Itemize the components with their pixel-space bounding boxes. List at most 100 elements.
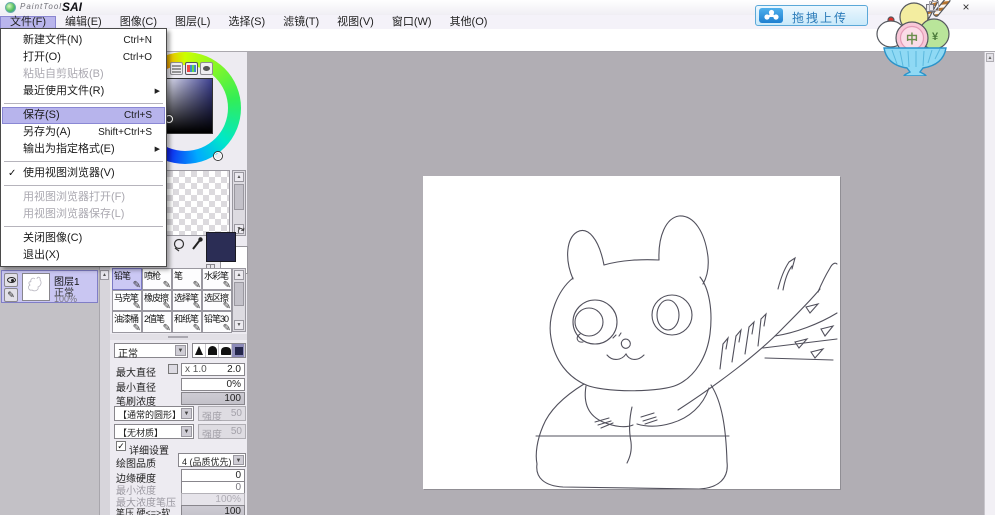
- chevron-down-icon[interactable]: ▼: [181, 426, 192, 437]
- brush-pencil30[interactable]: 铅笔30✎: [202, 311, 232, 333]
- brush-grid: 铅笔✎ 喷枪✎ 笔✎ 水彩笔✎ 马克笔✎ 橡皮擦✎ 选择笔✎ 选区擦✎ 油漆桶✎…: [112, 268, 232, 333]
- min-diameter-label: 最小直径: [116, 379, 156, 394]
- brush-select-pen[interactable]: 选择笔✎: [172, 290, 202, 312]
- file-menu-open[interactable]: 打开(O) Ctrl+O: [2, 49, 165, 66]
- layer-draw-indicator[interactable]: ✎: [4, 288, 18, 302]
- file-menu-paste-from-clipboard: 粘贴自剪贴板(B): [2, 66, 165, 83]
- swatches-panel-button[interactable]: [200, 62, 213, 75]
- app-title: PaintTool: [20, 2, 62, 11]
- brush-grid-scrollbar[interactable]: ▲ ▼: [232, 268, 246, 332]
- scroll-down-icon[interactable]: ▼: [234, 320, 244, 330]
- brush-pencil[interactable]: 铅笔✎: [112, 268, 142, 290]
- brush-eraser[interactable]: 橡皮擦✎: [142, 290, 172, 312]
- pen-pressure-label: 笔压 硬<=>软: [116, 506, 170, 515]
- file-menu-exit[interactable]: 退出(X): [2, 247, 165, 264]
- menu-separator: [4, 226, 163, 227]
- eyedropper-tool-icon[interactable]: [190, 236, 204, 255]
- chevron-down-icon[interactable]: ▼: [233, 455, 244, 465]
- advanced-settings-checkbox[interactable]: ✓: [116, 441, 126, 451]
- brush-watercolor[interactable]: 水彩笔✎: [202, 268, 232, 290]
- file-menu-recent-files[interactable]: 最近使用文件(R) ▶: [2, 83, 165, 100]
- scrollbar-thumb[interactable]: [234, 282, 244, 306]
- menu-select[interactable]: 选择(S): [219, 16, 274, 29]
- file-menu-save[interactable]: 保存(S) Ctrl+S: [2, 107, 165, 124]
- color-wheel-panel-button[interactable]: [185, 62, 198, 75]
- cube-icon: [926, 4, 934, 12]
- quality-dropdown[interactable]: 4 (品质优先) ▼: [178, 453, 246, 467]
- canvas-workspace: [248, 52, 984, 515]
- menu-others[interactable]: 其他(O): [441, 16, 497, 29]
- brush-shape-dropdown[interactable]: 【通常的圆形】 ▼: [114, 406, 194, 421]
- edge-shape-square-icon[interactable]: [232, 344, 245, 357]
- scroll-up-icon[interactable]: ▲: [986, 53, 994, 62]
- pencil-icon: ✎: [163, 323, 171, 333]
- ice-cream-mascot: 中 ¥: [874, 0, 958, 79]
- scrollbar-thumb[interactable]: [234, 184, 244, 210]
- submenu-arrow-icon: ▶: [155, 83, 160, 100]
- primary-color-swatch[interactable]: [206, 232, 236, 262]
- scroll-up-icon[interactable]: ▲: [234, 172, 244, 182]
- color-sliders-panel-button[interactable]: [170, 62, 183, 75]
- hue-picker-icon[interactable]: [214, 152, 222, 160]
- menu-file[interactable]: 文件(F): [0, 16, 56, 29]
- menu-layer[interactable]: 图层(L): [166, 16, 219, 29]
- pencil-icon: ✎: [163, 280, 171, 290]
- menu-filter[interactable]: 滤镜(T): [274, 16, 328, 29]
- eye-icon: [7, 277, 16, 283]
- pencil-icon: ✎: [133, 323, 141, 333]
- app-logo-icon: [5, 2, 16, 13]
- pencil-icon: ✎: [223, 280, 231, 290]
- brush-bucket[interactable]: 油漆桶✎: [112, 311, 142, 333]
- edge-shape-round-icon[interactable]: [206, 344, 219, 357]
- upload-cloud-icon: [759, 8, 783, 23]
- edge-shape-flat-icon[interactable]: [219, 344, 232, 357]
- menu-separator: [4, 161, 163, 162]
- layer-row[interactable]: ✎ 图层1 正常 100%: [1, 270, 98, 303]
- mascot-center-character: 中: [906, 31, 918, 46]
- brush-washi-pen[interactable]: 和纸笔✎: [172, 311, 202, 333]
- diameter-unit-button[interactable]: [168, 364, 178, 374]
- chevron-down-icon[interactable]: ▼: [175, 345, 186, 356]
- drag-upload-button[interactable]: 拖拽上传: [755, 5, 868, 26]
- max-diameter-box[interactable]: x 1.0 2.0: [181, 363, 245, 376]
- app-title-sai: SAI: [62, 0, 82, 14]
- swap-colors-icon[interactable]: ↷: [235, 225, 248, 239]
- brush-texture-dropdown[interactable]: 【无材质】 ▼: [114, 424, 194, 439]
- canvas-vertical-scrollbar[interactable]: ▲: [984, 52, 995, 515]
- brush-edge-shape-selector[interactable]: [192, 343, 246, 358]
- scroll-up-icon[interactable]: ▲: [234, 270, 244, 280]
- menu-edit[interactable]: 编辑(E): [56, 16, 111, 29]
- layer-visibility-toggle[interactable]: [4, 273, 18, 287]
- file-menu-use-view-browser[interactable]: ✓ 使用视图浏览器(V): [2, 165, 165, 182]
- layers-scroll-up-icon[interactable]: ▲: [100, 270, 109, 280]
- file-menu-save-as[interactable]: 另存为(A) Shift+Ctrl+S: [2, 124, 165, 141]
- brush-binary-pen[interactable]: 2值笔✎: [142, 311, 172, 333]
- chevron-down-icon[interactable]: ▼: [181, 408, 192, 419]
- lasso-tool-icon[interactable]: [172, 238, 186, 255]
- file-menu-close-image[interactable]: 关闭图像(C): [2, 230, 165, 247]
- brush-airbrush[interactable]: 喷枪✎: [142, 268, 172, 290]
- file-menu-new[interactable]: 新建文件(N) Ctrl+N: [2, 32, 165, 49]
- brush-pen[interactable]: 笔✎: [172, 268, 202, 290]
- brush-density-slider[interactable]: 100: [181, 392, 245, 405]
- menu-window[interactable]: 窗口(W): [383, 16, 441, 29]
- pencil-icon: ✎: [133, 301, 141, 311]
- min-diameter-slider[interactable]: 0%: [181, 378, 245, 391]
- menu-view[interactable]: 视图(V): [328, 16, 383, 29]
- file-menu-open-with-view-browser: 用视图浏览器打开(F): [2, 189, 165, 206]
- brush-marker[interactable]: 马克笔✎: [112, 290, 142, 312]
- brush-select-eraser[interactable]: 选区擦✎: [202, 290, 232, 312]
- drawing-canvas[interactable]: [423, 176, 840, 489]
- pencil-icon: ✎: [193, 323, 201, 333]
- max-diameter-label: 最大直径: [116, 364, 156, 379]
- file-menu-export-as[interactable]: 输出为指定格式(E) ▶: [2, 141, 165, 158]
- brush-blend-mode-dropdown[interactable]: 正常 ▼: [114, 343, 188, 358]
- drag-upload-label: 拖拽上传: [792, 9, 848, 26]
- painttool-sai-window: PaintTool SAI × 文件(F) 编辑(E) 图像(C) 图层(L) …: [0, 0, 995, 515]
- pen-pressure-slider[interactable]: 100: [181, 505, 245, 515]
- file-menu-dropdown: 新建文件(N) Ctrl+N 打开(O) Ctrl+O 粘贴自剪贴板(B) 最近…: [0, 28, 167, 267]
- window-close-button[interactable]: ×: [958, 1, 974, 14]
- menu-image[interactable]: 图像(C): [111, 16, 166, 29]
- edge-shape-hard-icon[interactable]: [193, 344, 206, 357]
- panel-divider-handle[interactable]: [110, 334, 247, 340]
